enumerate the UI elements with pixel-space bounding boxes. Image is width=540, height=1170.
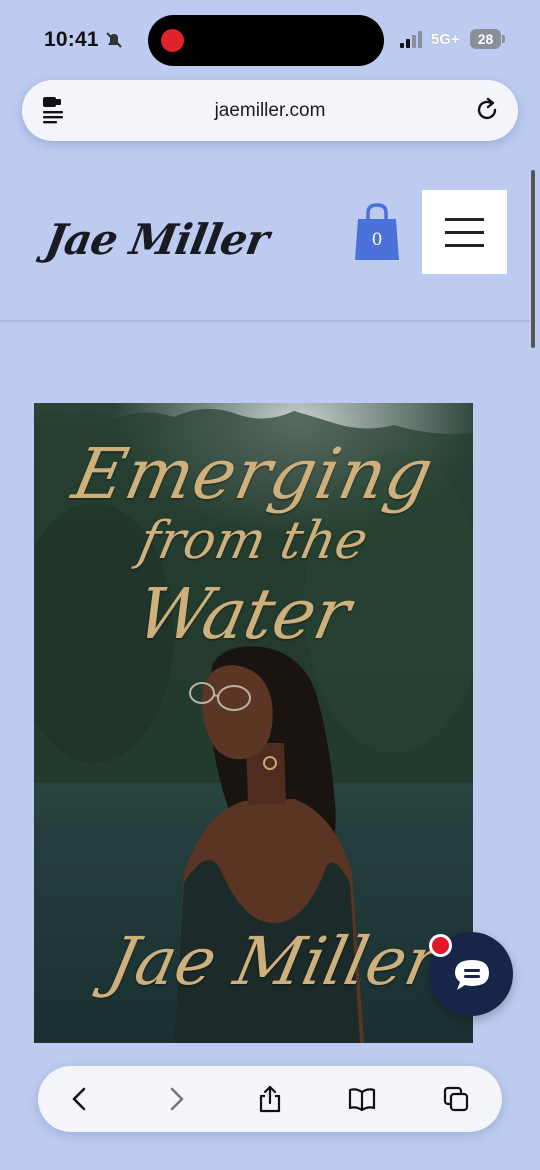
site-logo[interactable]: Jae Miller [42,215,272,264]
reload-icon[interactable] [474,97,500,123]
recording-indicator-icon [161,29,184,52]
header-divider [0,320,530,322]
scrollbar[interactable] [531,170,535,348]
share-icon[interactable] [256,1085,284,1113]
network-type: 5G+ [431,31,460,48]
url-text[interactable]: jaemiller.com [22,100,518,122]
menu-line-icon [445,244,484,247]
bookmarks-icon[interactable] [348,1085,376,1113]
cart-count: 0 [371,230,383,250]
chat-bubble-icon [455,960,489,990]
book-title-line-2: from the [133,511,374,571]
chat-notification-badge [429,934,452,957]
page: 10:41 5G+ 28 jaemiller.com Jae Miller 0 … [0,0,540,1170]
book-title-line-3: Water [129,573,358,655]
hamburger-menu-button[interactable] [422,190,507,274]
battery-icon: 28 [470,29,505,49]
address-bar[interactable]: jaemiller.com [22,80,518,141]
back-icon[interactable] [66,1085,94,1113]
book-title-line-1: Emerging [66,433,441,515]
forward-icon[interactable] [162,1085,190,1113]
menu-line-icon [445,218,484,221]
signal-icon [400,31,422,48]
book-author: Jae Miller [102,923,446,1000]
cart-button[interactable]: 0 [354,203,400,261]
browser-toolbar [38,1066,502,1132]
do-not-disturb-icon [106,32,122,48]
tabs-icon[interactable] [442,1085,470,1113]
book-cover-image[interactable]: Emerging from the Water Jae Miller [34,403,473,1043]
dynamic-island [148,15,384,66]
menu-line-icon [445,231,484,234]
status-time: 10:41 [44,28,99,51]
